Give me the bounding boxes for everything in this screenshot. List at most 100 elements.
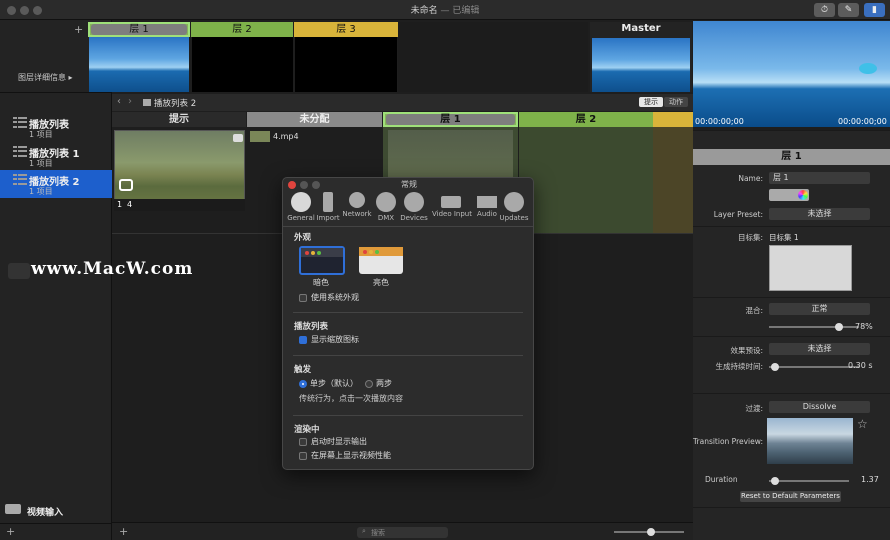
back-arrow-icon[interactable]: ‹	[117, 96, 121, 107]
layer-tab-label: 层 1	[91, 24, 187, 35]
checkbox[interactable]	[299, 293, 307, 302]
zoom-slider-knob[interactable]	[647, 528, 655, 536]
checkbox[interactable]	[299, 437, 307, 446]
opacity-slider[interactable]	[769, 323, 859, 331]
target-set-preview[interactable]	[769, 245, 852, 291]
preferences-dialog: 常规 General Import Network DMX Devices Vi…	[282, 177, 534, 470]
zoom-slider[interactable]	[614, 528, 684, 536]
cue-toolbar: ‹ › 播放列表 2 提示 动作	[112, 94, 693, 111]
playlist-icon	[13, 174, 27, 186]
cue-mode-button[interactable]: 提示	[639, 97, 663, 107]
transition-select[interactable]: Dissolve	[769, 401, 870, 413]
light-theme-swatch[interactable]	[359, 247, 403, 274]
playlist-item[interactable]: 播放列表 1 项目	[0, 113, 112, 141]
show-thumbnail-checkbox[interactable]: 显示缩放图标	[299, 334, 359, 345]
layer-tab[interactable]: 层 1	[88, 22, 190, 37]
breadcrumb: 播放列表 2	[154, 99, 197, 109]
layer-2-cell[interactable]	[519, 127, 653, 233]
divider	[293, 355, 523, 356]
two-step-radio[interactable]: 两步	[365, 378, 392, 389]
layer-3-cell[interactable]	[653, 127, 693, 233]
divider	[283, 226, 533, 227]
color-picker[interactable]	[769, 189, 809, 201]
timer-icon: ⏱	[820, 5, 829, 15]
use-system-appearance-checkbox[interactable]: 使用系统外观	[299, 292, 359, 303]
layer-1-clip-thumbnail[interactable]	[388, 130, 513, 180]
two-step-label: 两步	[376, 379, 392, 388]
target-set-label: 目标集:	[737, 233, 763, 242]
duration-slider-knob[interactable]	[771, 477, 779, 485]
effect-preset-label: 效果预设:	[730, 346, 763, 355]
layer-preset-select[interactable]: 未选择	[769, 208, 870, 220]
radio[interactable]	[365, 379, 373, 388]
forward-arrow-icon[interactable]: ›	[128, 96, 132, 107]
layer-3-thumbnail[interactable]	[295, 37, 397, 92]
fade-duration-slider[interactable]	[769, 363, 859, 371]
light-theme-label: 亮色	[373, 278, 389, 287]
single-step-radio[interactable]: 单步（默认）	[299, 378, 358, 389]
edit-button[interactable]: ✎	[838, 3, 859, 17]
cue-number: 4	[127, 200, 133, 209]
add-playlist-button[interactable]: +	[6, 525, 15, 538]
layer-preset-label: Layer Preset:	[713, 210, 763, 219]
time-elapsed: 00:00:00;00	[695, 117, 744, 126]
clip-name[interactable]: 4.mp4	[273, 132, 299, 141]
star-icon[interactable]: ☆	[857, 417, 868, 431]
fade-duration-slider-knob[interactable]	[771, 363, 779, 371]
checkmark-icon	[291, 192, 311, 212]
layer-info-label: 图层详细信息	[18, 73, 66, 82]
fade-duration-value: 0.30 s	[848, 361, 873, 370]
timer-button[interactable]: ⏱	[814, 3, 835, 17]
gear-icon	[504, 192, 524, 212]
share-icon	[349, 192, 365, 208]
name-field[interactable]: 层 1	[769, 172, 870, 184]
opacity-slider-knob[interactable]	[835, 323, 844, 331]
duration-label: Duration	[705, 475, 738, 484]
action-mode-button[interactable]: 动作	[664, 97, 688, 107]
reset-parameters-button[interactable]: Reset to Default Parameters	[740, 491, 841, 502]
playlist-item[interactable]: 播放列表 1 1 项目	[0, 142, 112, 170]
panel-toggle-button[interactable]: ▮	[864, 3, 885, 17]
search-field[interactable]: ⌕ 搜索	[357, 527, 448, 538]
video-input-icon	[5, 504, 21, 514]
playlist-icon	[143, 99, 151, 106]
blend-select[interactable]: 正常	[769, 303, 870, 315]
dmx-connector-icon	[376, 192, 396, 212]
checkbox-checked[interactable]	[299, 335, 307, 344]
clip-thumbnail[interactable]	[250, 131, 270, 142]
tab-video-input[interactable]: Video Input	[432, 192, 472, 224]
tab-devices[interactable]: Devices	[396, 192, 432, 224]
column-header-cue: 提示	[112, 112, 246, 127]
checkbox[interactable]	[299, 451, 307, 460]
show-performance-checkbox[interactable]: 在屏幕上显示视频性能	[299, 450, 391, 461]
dialog-title: 常规	[401, 180, 417, 189]
add-layer-button[interactable]: +	[74, 23, 83, 36]
playlist-count: 1 项目	[29, 187, 53, 196]
inspector-title: 层 1	[693, 149, 890, 165]
panel-icon: ▮	[872, 5, 877, 15]
layer-2-thumbnail[interactable]	[192, 37, 293, 92]
color-wheel-icon	[798, 190, 808, 200]
layer-tab[interactable]: 层 3	[294, 22, 398, 37]
trigger-description: 传统行为，点击一次播放内容	[299, 394, 403, 403]
duration-slider[interactable]	[769, 477, 849, 485]
watermark-logo	[8, 263, 30, 279]
radio-selected[interactable]	[299, 379, 307, 388]
layer-1-thumbnail[interactable]	[89, 37, 189, 92]
column-header-layer-2: 层 2	[519, 112, 653, 127]
layer-info-toggle[interactable]: 图层详细信息 ▸	[18, 72, 73, 83]
tab-updates[interactable]: Updates	[496, 192, 532, 224]
master-thumbnail[interactable]	[592, 38, 690, 92]
settings-icon[interactable]	[233, 134, 243, 142]
playlist-heading: 播放列表	[294, 322, 329, 332]
show-output-checkbox[interactable]: 启动时显示输出	[299, 436, 367, 447]
add-cue-button[interactable]: +	[119, 525, 128, 538]
video-input-label[interactable]: 视频输入	[27, 505, 63, 518]
column-header-layer-1[interactable]: 层 1	[383, 112, 518, 127]
divider	[293, 312, 523, 313]
column-header-label: 层 1	[386, 114, 515, 125]
dark-theme-swatch[interactable]	[299, 246, 345, 275]
effect-preset-select[interactable]: 未选择	[769, 343, 870, 355]
layer-tab[interactable]: 层 2	[191, 22, 293, 37]
playlist-item-selected[interactable]: 播放列表 2 1 项目	[0, 170, 112, 198]
